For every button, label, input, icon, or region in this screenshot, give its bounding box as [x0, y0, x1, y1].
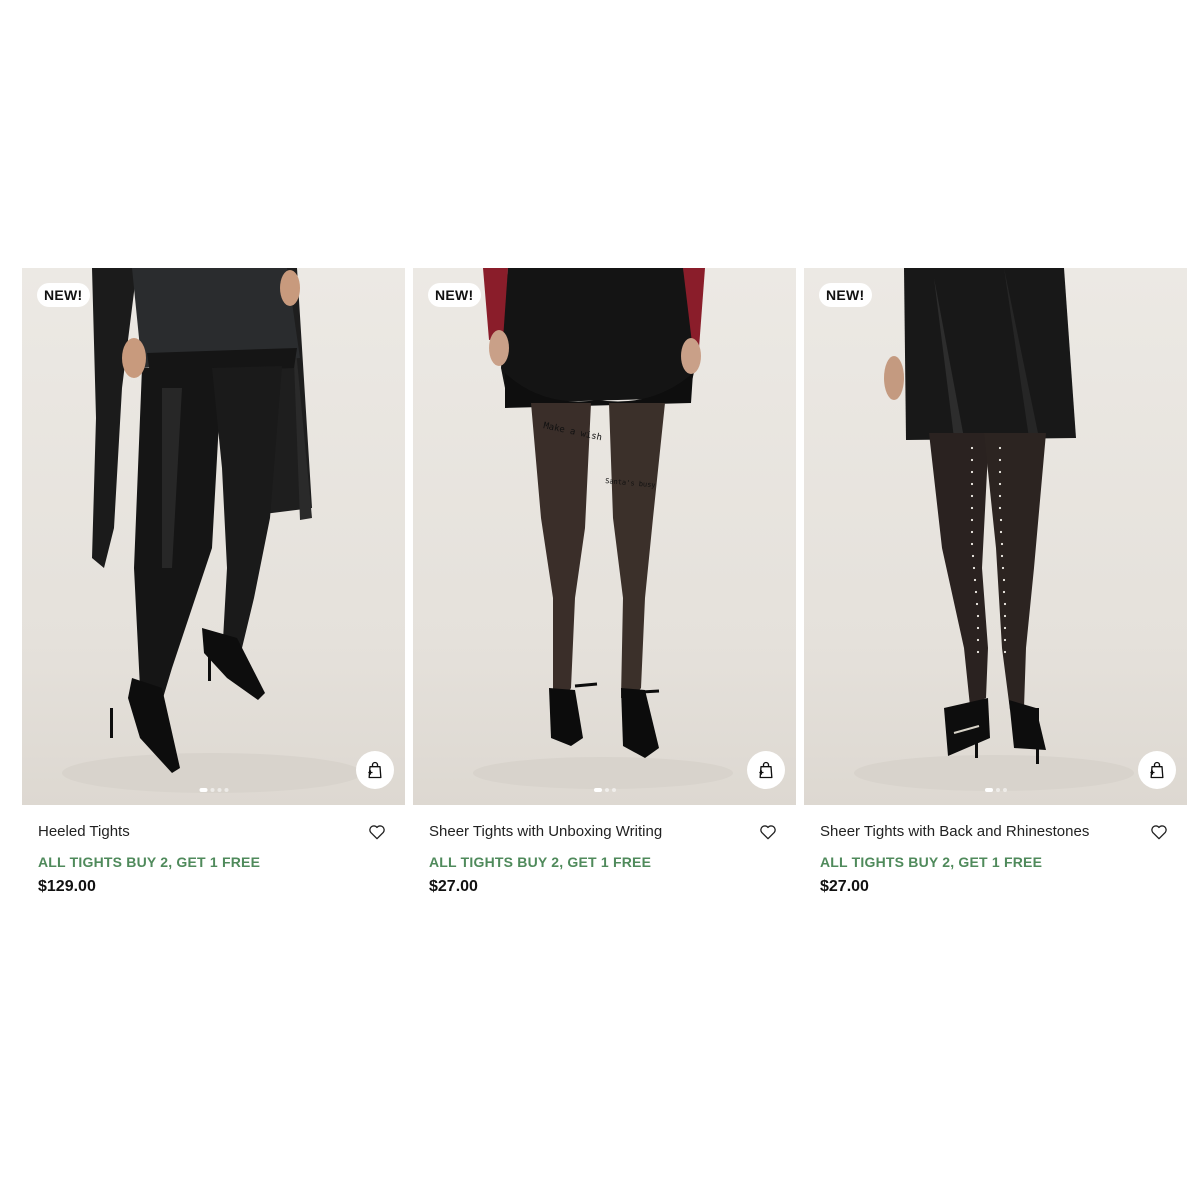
wishlist-button[interactable] — [1149, 822, 1169, 842]
carousel-dot[interactable] — [593, 788, 602, 792]
quick-add-button[interactable] — [356, 751, 394, 789]
carousel-dots[interactable] — [984, 788, 1007, 792]
product-photo-sheer-tights-rhinestones — [854, 268, 1134, 791]
product-image[interactable]: Make a wish Santa's busy NEW! — [413, 268, 796, 805]
new-badge: NEW! — [819, 283, 872, 307]
shopping-bag-plus-icon — [368, 761, 382, 779]
carousel-dot[interactable] — [604, 788, 609, 792]
new-badge: NEW! — [428, 283, 481, 307]
promo-label: ALL TIGHTS BUY 2, GET 1 FREE — [429, 854, 652, 870]
promo-label: ALL TIGHTS BUY 2, GET 1 FREE — [820, 854, 1043, 870]
product-info: Sheer Tights with Back and Rhinestones A… — [804, 805, 1187, 897]
carousel-dot[interactable] — [984, 788, 993, 792]
product-name[interactable]: Sheer Tights with Unboxing Writing — [429, 821, 756, 843]
quick-add-button[interactable] — [747, 751, 785, 789]
heart-icon — [369, 825, 385, 840]
heart-icon — [760, 825, 776, 840]
product-info: Heeled Tights ALL TIGHTS BUY 2, GET 1 FR… — [22, 805, 405, 897]
product-card[interactable]: Make a wish Santa's busy NEW! Sheer Tigh… — [413, 268, 796, 897]
product-card[interactable]: NEW! Heeled Tights ALL TIGHTS BUY 2, GET… — [22, 268, 405, 897]
product-price: $27.00 — [820, 878, 869, 895]
carousel-dot[interactable] — [1002, 788, 1007, 792]
carousel-dots[interactable] — [199, 788, 228, 792]
carousel-dot[interactable] — [217, 788, 221, 792]
product-price: $27.00 — [429, 878, 478, 895]
heart-icon — [1151, 825, 1167, 840]
wishlist-button[interactable] — [758, 822, 778, 842]
product-image[interactable]: NEW! — [22, 268, 405, 805]
quick-add-button[interactable] — [1138, 751, 1176, 789]
shopping-bag-plus-icon — [1150, 761, 1164, 779]
product-name[interactable]: Heeled Tights — [38, 821, 365, 843]
new-badge: NEW! — [37, 283, 90, 307]
carousel-dots[interactable] — [593, 788, 616, 792]
product-name[interactable]: Sheer Tights with Back and Rhinestones — [820, 821, 1147, 843]
carousel-dot[interactable] — [611, 788, 616, 792]
carousel-dot[interactable] — [995, 788, 1000, 792]
product-info: Sheer Tights with Unboxing Writing ALL T… — [413, 805, 796, 897]
wishlist-button[interactable] — [367, 822, 387, 842]
product-image[interactable]: NEW! — [804, 268, 1187, 805]
product-photo-sheer-tights-writing: Make a wish Santa's busy — [473, 268, 733, 789]
carousel-dot[interactable] — [210, 788, 214, 792]
promo-label: ALL TIGHTS BUY 2, GET 1 FREE — [38, 854, 261, 870]
product-price: $129.00 — [38, 878, 96, 895]
shopping-bag-plus-icon — [759, 761, 773, 779]
product-photo-heeled-tights — [62, 268, 362, 793]
carousel-dot[interactable] — [199, 788, 207, 792]
product-grid: NEW! Heeled Tights ALL TIGHTS BUY 2, GET… — [22, 268, 1188, 897]
carousel-dot[interactable] — [224, 788, 228, 792]
product-card[interactable]: NEW! Sheer Tights with Back and Rhinesto… — [804, 268, 1187, 897]
